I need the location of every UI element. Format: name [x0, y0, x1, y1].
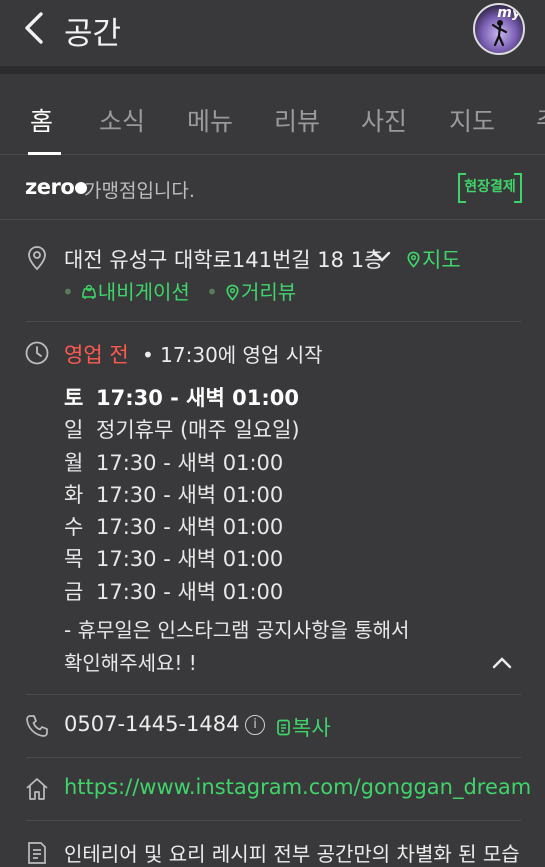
clock-icon [25, 341, 49, 365]
copy-icon [277, 719, 290, 736]
address-sub-links: • 내비게이션 • 거리뷰 [62, 280, 297, 304]
tab-menu[interactable]: 메뉴 [187, 102, 233, 138]
hours-row: 일 정기휴무 (매주 일요일) [64, 418, 300, 443]
hours-row: 금 17:30 - 새벽 01:00 [64, 579, 284, 604]
tab-map[interactable]: 지도 [449, 102, 495, 138]
divider [26, 757, 521, 758]
map-link-label: 지도 [422, 248, 461, 272]
section-divider [0, 66, 545, 74]
description-text: 인테리어 및 요리 레시피 전부 공간만의 차별화 된 모습 [64, 842, 520, 866]
hours-note-line: 확인해주세요! ! [64, 651, 197, 675]
hours-row: 화 17:30 - 새벽 01:00 [64, 482, 284, 507]
hours-row: 목 17:30 - 새벽 01:00 [64, 547, 284, 572]
zero-pay-text: 가맹점입니다. [84, 180, 195, 202]
hours-note-line: - 휴무일은 인스타그램 공지사항을 통해서 [64, 618, 410, 642]
zero-pay-banner: zero 가맹점입니다. 현장결제 [0, 155, 545, 220]
location-pin-icon [28, 246, 46, 271]
map-link[interactable]: 지도 [405, 244, 461, 274]
chevron-down-icon[interactable] [373, 250, 391, 264]
document-icon [28, 842, 46, 864]
tab-bar: 홈 소식 메뉴 리뷰 사진 지도 주 [0, 86, 545, 155]
onsite-payment-badge: 현장결제 [458, 173, 522, 203]
car-icon [81, 284, 96, 299]
divider [26, 321, 521, 322]
copy-button[interactable]: 복사 [276, 712, 331, 742]
info-icon[interactable]: i [245, 715, 265, 735]
tab-photos[interactable]: 사진 [361, 102, 407, 138]
avatar[interactable]: my [473, 3, 525, 55]
copy-label: 복사 [292, 716, 331, 740]
back-arrow-icon[interactable] [20, 10, 50, 46]
street-view-link[interactable]: 거리뷰 [224, 280, 296, 304]
tab-news[interactable]: 소식 [99, 102, 145, 138]
tab-home[interactable]: 홈 [30, 102, 53, 138]
dancer-figure-icon [491, 20, 508, 47]
business-status: 영업 전 [64, 343, 129, 367]
street-view-icon [226, 284, 239, 301]
divider [26, 820, 521, 821]
tab-reviews[interactable]: 리뷰 [274, 102, 320, 138]
page-title: 공간 [64, 16, 122, 52]
hours-row: 수 17:30 - 새벽 01:00 [64, 515, 284, 540]
business-status-detail: • 17:30에 영업 시작 [142, 343, 323, 367]
hours-list: 토 17:30 - 새벽 01:00 일 정기휴무 (매주 일요일) 월 17:30 … [64, 382, 300, 608]
divider [26, 694, 521, 695]
top-bar: 공간 my [0, 0, 545, 62]
navigation-link[interactable]: 내비게이션 [80, 280, 190, 304]
website-link[interactable]: https://www.instagram.com/gonggan_dream [64, 775, 531, 799]
home-icon [26, 778, 48, 800]
chevron-up-icon[interactable] [492, 656, 512, 670]
phone-icon [26, 715, 48, 737]
hours-note: - 휴무일은 인스타그램 공지사항을 통해서 확인해주세요! ! [64, 614, 409, 680]
zero-pay-logo: zero [25, 175, 88, 199]
phone-number[interactable]: 0507-1445-1484 [64, 712, 240, 736]
tab-more[interactable]: 주 [536, 102, 545, 138]
hours-row: 월 17:30 - 새벽 01:00 [64, 450, 284, 475]
map-pin-icon [407, 251, 420, 268]
hours-row-today: 토 17:30 - 새벽 01:00 [64, 386, 299, 410]
address-text: 대전 유성구 대학로141번길 18 1층 [64, 248, 384, 272]
